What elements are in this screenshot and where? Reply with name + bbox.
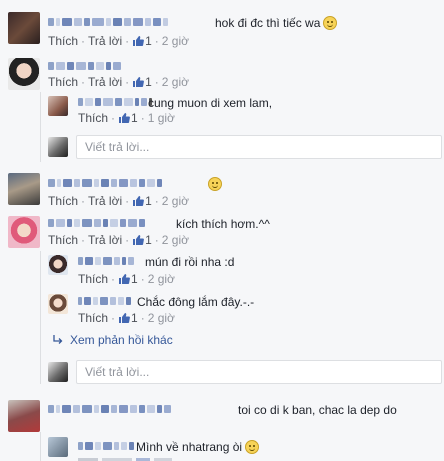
comment-actions: Thích · 1 · 2 giờ — [78, 272, 175, 286]
like-count[interactable]: 1 — [131, 111, 138, 125]
view-more-replies-label[interactable]: Xem phản hồi khác — [70, 333, 173, 347]
current-user-avatar — [48, 137, 68, 157]
comment-text — [205, 177, 222, 191]
like-link[interactable]: Thích — [48, 233, 78, 247]
comment-text: mún đi rồi nha :d — [145, 255, 235, 269]
avatar[interactable] — [8, 58, 40, 90]
commenter-name[interactable] — [48, 16, 168, 28]
reply-link[interactable]: Trả lời — [88, 194, 122, 208]
like-link[interactable]: Thích — [48, 75, 78, 89]
comment-text: toi co di k ban, chac la dep do — [238, 403, 397, 417]
timestamp[interactable]: 2 giờ — [162, 34, 189, 48]
smile-emoji-icon — [208, 177, 222, 191]
thumbs-up-icon[interactable] — [132, 195, 145, 207]
like-count[interactable]: 1 — [145, 194, 152, 208]
commenter-name[interactable] — [78, 255, 134, 267]
commenter-name[interactable] — [78, 440, 134, 452]
commenter-name[interactable] — [48, 177, 162, 189]
commenter-name[interactable] — [48, 403, 171, 415]
like-link[interactable]: Thích — [48, 194, 78, 208]
commenter-name[interactable] — [48, 217, 145, 229]
like-count[interactable]: 1 — [131, 272, 138, 286]
commenter-name[interactable] — [78, 96, 152, 108]
avatar[interactable] — [8, 173, 40, 205]
comment-actions: Thích · Trả lời · 1 · 2 giờ — [48, 194, 190, 208]
like-count[interactable]: 1 — [145, 34, 152, 48]
avatar[interactable] — [48, 294, 68, 314]
reply-box — [76, 360, 442, 384]
reply-arrow-icon — [53, 335, 63, 344]
comment-actions: Thích · Trả lời · 1 · 2 giờ — [48, 34, 190, 48]
avatar[interactable] — [48, 437, 68, 457]
comment-text: cung muon di xem lam, — [148, 96, 273, 110]
thumbs-up-icon[interactable] — [132, 234, 145, 246]
reply-box — [76, 135, 442, 159]
comment-text: hok đi đc thì tiếc wa — [215, 16, 338, 30]
like-link[interactable]: Thích — [78, 311, 108, 325]
avatar[interactable] — [8, 12, 40, 44]
timestamp[interactable]: 2 giờ — [148, 272, 175, 286]
thumbs-up-icon[interactable] — [118, 273, 130, 285]
avatar[interactable] — [48, 255, 68, 275]
like-link[interactable]: Thích — [78, 111, 108, 125]
thumbs-up-icon[interactable] — [118, 112, 130, 124]
thumbs-up-icon[interactable] — [118, 312, 130, 324]
smile-emoji-icon — [323, 16, 338, 30]
avatar[interactable] — [8, 216, 40, 248]
comment-actions: Thích · Trả lời · 1 · 2 giờ — [48, 233, 190, 247]
commenter-name[interactable] — [48, 60, 121, 72]
reply-input[interactable] — [77, 136, 441, 158]
timestamp[interactable]: 2 giờ — [162, 233, 189, 247]
reply-link[interactable]: Trả lời — [88, 34, 122, 48]
comment-actions: Thích · 1 · 1 giờ — [78, 111, 175, 125]
timestamp[interactable]: 2 giờ — [162, 75, 189, 89]
like-count[interactable]: 1 — [131, 311, 138, 325]
comment-actions: Thích · Trả lời · 1 · 2 giờ — [48, 75, 190, 89]
avatar[interactable] — [48, 96, 68, 116]
commenter-name[interactable] — [78, 295, 131, 307]
reply-link[interactable]: Trả lời — [88, 233, 122, 247]
thread-line — [40, 92, 41, 162]
thumbs-up-icon[interactable] — [132, 35, 145, 47]
like-link[interactable]: Thích — [48, 34, 78, 48]
like-link[interactable]: Thích — [78, 272, 108, 286]
smile-emoji-icon — [245, 440, 260, 454]
thread-line — [40, 251, 41, 384]
view-more-replies-link[interactable]: Xem phản hồi khác — [52, 333, 173, 347]
timestamp[interactable]: 2 giờ — [148, 311, 175, 325]
comment-actions-partial — [78, 456, 198, 461]
like-count[interactable]: 1 — [145, 233, 152, 247]
thread-line — [40, 432, 41, 461]
comment-text: Mình về nhatrang òi — [136, 440, 260, 454]
comment-actions: Thích · 1 · 2 giờ — [78, 311, 175, 325]
timestamp[interactable]: 1 giờ — [148, 111, 175, 125]
reply-link[interactable]: Trả lời — [88, 75, 122, 89]
thumbs-up-icon[interactable] — [132, 76, 145, 88]
comment-text: Chắc đông lắm đây.-.- — [137, 295, 255, 309]
comment-text: kích thích hơm.^^ — [176, 217, 270, 231]
timestamp[interactable]: 2 giờ — [162, 194, 189, 208]
reply-input[interactable] — [77, 361, 441, 383]
current-user-avatar — [48, 362, 68, 382]
avatar[interactable] — [8, 400, 40, 432]
like-count[interactable]: 1 — [145, 75, 152, 89]
